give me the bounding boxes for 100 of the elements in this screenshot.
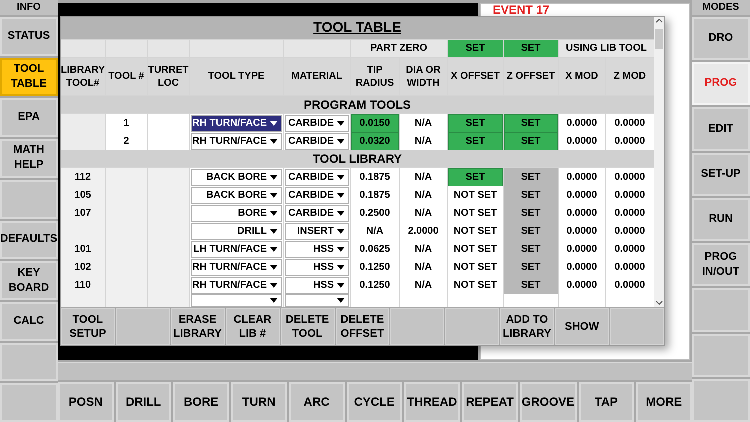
caret-icon: [337, 175, 345, 180]
dropdown[interactable]: RH TURN/FACE: [191, 277, 282, 294]
column-header: TOOL TYPE: [190, 58, 283, 95]
caret-icon: [337, 265, 345, 270]
table-cell: [400, 294, 447, 307]
table-cell: [106, 40, 147, 58]
table-cell: SET: [448, 114, 503, 133]
function-button[interactable]: CYCLE: [346, 382, 402, 422]
dropdown[interactable]: INSERT: [285, 223, 349, 240]
dropdown[interactable]: [285, 294, 349, 307]
sidebar-button[interactable]: [692, 288, 750, 332]
dropdown[interactable]: RH TURN/FACE: [191, 259, 282, 276]
dropdown[interactable]: RH TURN/FACE: [191, 115, 282, 132]
caret-icon: [270, 121, 278, 126]
sidebar-button[interactable]: PROG: [692, 62, 750, 106]
dropdown[interactable]: BACK BORE: [191, 169, 282, 186]
dialog-button[interactable]: ADD TO LIBRARY: [500, 308, 554, 345]
column-header: MATERIAL: [284, 58, 350, 95]
dropdown[interactable]: CARBIDE: [285, 187, 349, 204]
dialog-button[interactable]: [445, 308, 500, 345]
dropdown[interactable]: BORE: [191, 205, 282, 222]
dropdown[interactable]: CARBIDE: [285, 115, 349, 132]
sidebar-button[interactable]: DEFAULTS: [0, 220, 58, 260]
table-cell: N/A: [400, 132, 447, 151]
sidebar-button[interactable]: [0, 342, 58, 382]
dialog-button[interactable]: [116, 308, 170, 345]
sidebar-button[interactable]: [0, 180, 58, 219]
table-cell: 0.0000: [559, 258, 605, 277]
dialog-button[interactable]: ERASE LIBRARY: [170, 308, 225, 345]
caret-icon: [337, 193, 345, 198]
dropdown[interactable]: CARBIDE: [285, 133, 349, 150]
table-cell: NOT SET: [448, 222, 503, 241]
function-button[interactable]: GROOVE: [520, 382, 577, 422]
dialog-button[interactable]: DELETE TOOL: [280, 308, 335, 345]
function-button[interactable]: POSN: [58, 382, 114, 422]
function-button[interactable]: THREAD: [404, 382, 460, 422]
dialog-button[interactable]: [390, 308, 444, 345]
scroll-up-icon[interactable]: [656, 19, 662, 23]
table-cell: 0.1875: [351, 186, 399, 205]
function-button[interactable]: ARC: [288, 382, 345, 422]
table-cell: SET: [504, 168, 558, 187]
caret-icon: [337, 229, 345, 234]
scrollbar[interactable]: [654, 17, 664, 307]
table-cell: SET: [504, 240, 558, 259]
function-button[interactable]: MORE: [636, 382, 692, 422]
dropdown[interactable]: HSS: [285, 259, 349, 276]
column-header: TOOL #: [106, 58, 147, 95]
sidebar-button[interactable]: RUN: [692, 198, 750, 242]
sidebar-button[interactable]: TOOL TABLE: [0, 58, 58, 96]
dialog-button[interactable]: CLEAR LIB #: [226, 308, 280, 345]
table-cell: [106, 168, 147, 187]
table-cell: SET: [504, 114, 558, 133]
table-cell: 0.1875: [351, 168, 399, 187]
sidebar-button[interactable]: [692, 378, 750, 422]
table-cell: [559, 294, 605, 307]
caret-icon: [270, 265, 278, 270]
dropdown[interactable]: CARBIDE: [285, 169, 349, 186]
table-cell: 2.0000: [400, 222, 447, 241]
function-button[interactable]: TAP: [578, 382, 634, 422]
caret-icon: [270, 283, 278, 288]
dropdown[interactable]: HSS: [285, 277, 349, 294]
sidebar-button[interactable]: EDIT: [692, 107, 750, 151]
table-cell: [606, 294, 654, 307]
dropdown[interactable]: LH TURN/FACE: [191, 241, 282, 258]
sidebar-button[interactable]: MATH HELP: [0, 139, 58, 178]
sidebar-button[interactable]: STATUS: [0, 17, 58, 56]
sidebar-button[interactable]: CALC: [0, 302, 58, 341]
dialog-button[interactable]: TOOL SETUP: [61, 308, 115, 345]
column-header: X MOD: [559, 58, 605, 95]
dropdown[interactable]: BACK BORE: [191, 187, 282, 204]
function-button[interactable]: DRILL: [116, 382, 172, 422]
table-cell: 0.0000: [559, 276, 605, 295]
scroll-thumb[interactable]: [655, 29, 663, 49]
sidebar-button[interactable]: EPA: [0, 98, 58, 138]
dropdown[interactable]: RH TURN/FACE: [191, 133, 282, 150]
function-button[interactable]: BORE: [173, 382, 230, 422]
sidebar-button[interactable]: PROG IN/OUT: [692, 243, 750, 286]
table-cell: NOT SET: [448, 276, 503, 295]
dropdown[interactable]: CARBIDE: [285, 205, 349, 222]
dialog-button[interactable]: SHOW: [555, 308, 610, 345]
sidebar-button[interactable]: SET-UP: [692, 152, 750, 196]
dropdown[interactable]: HSS: [285, 241, 349, 258]
function-button[interactable]: REPEAT: [462, 382, 518, 422]
column-header: Z OFFSET: [504, 58, 558, 95]
caret-icon: [270, 139, 278, 144]
scroll-down-icon[interactable]: [656, 301, 662, 305]
table-cell: SET: [448, 40, 503, 58]
caret-icon: [270, 193, 278, 198]
table-cell: [148, 294, 189, 307]
table-cell: 0.0000: [606, 168, 654, 187]
sidebar-button[interactable]: [0, 383, 58, 422]
table-cell: N/A: [400, 258, 447, 277]
dropdown[interactable]: DRILL: [191, 223, 282, 240]
function-button[interactable]: TURN: [231, 382, 287, 422]
table-cell: N/A: [400, 240, 447, 259]
dialog-button[interactable]: DELETE OFFSET: [336, 308, 390, 345]
sidebar-button[interactable]: DRO: [692, 17, 750, 60]
table-cell: 0.0000: [606, 186, 654, 205]
sidebar-button[interactable]: [692, 334, 750, 377]
sidebar-button[interactable]: KEY BOARD: [0, 261, 58, 300]
